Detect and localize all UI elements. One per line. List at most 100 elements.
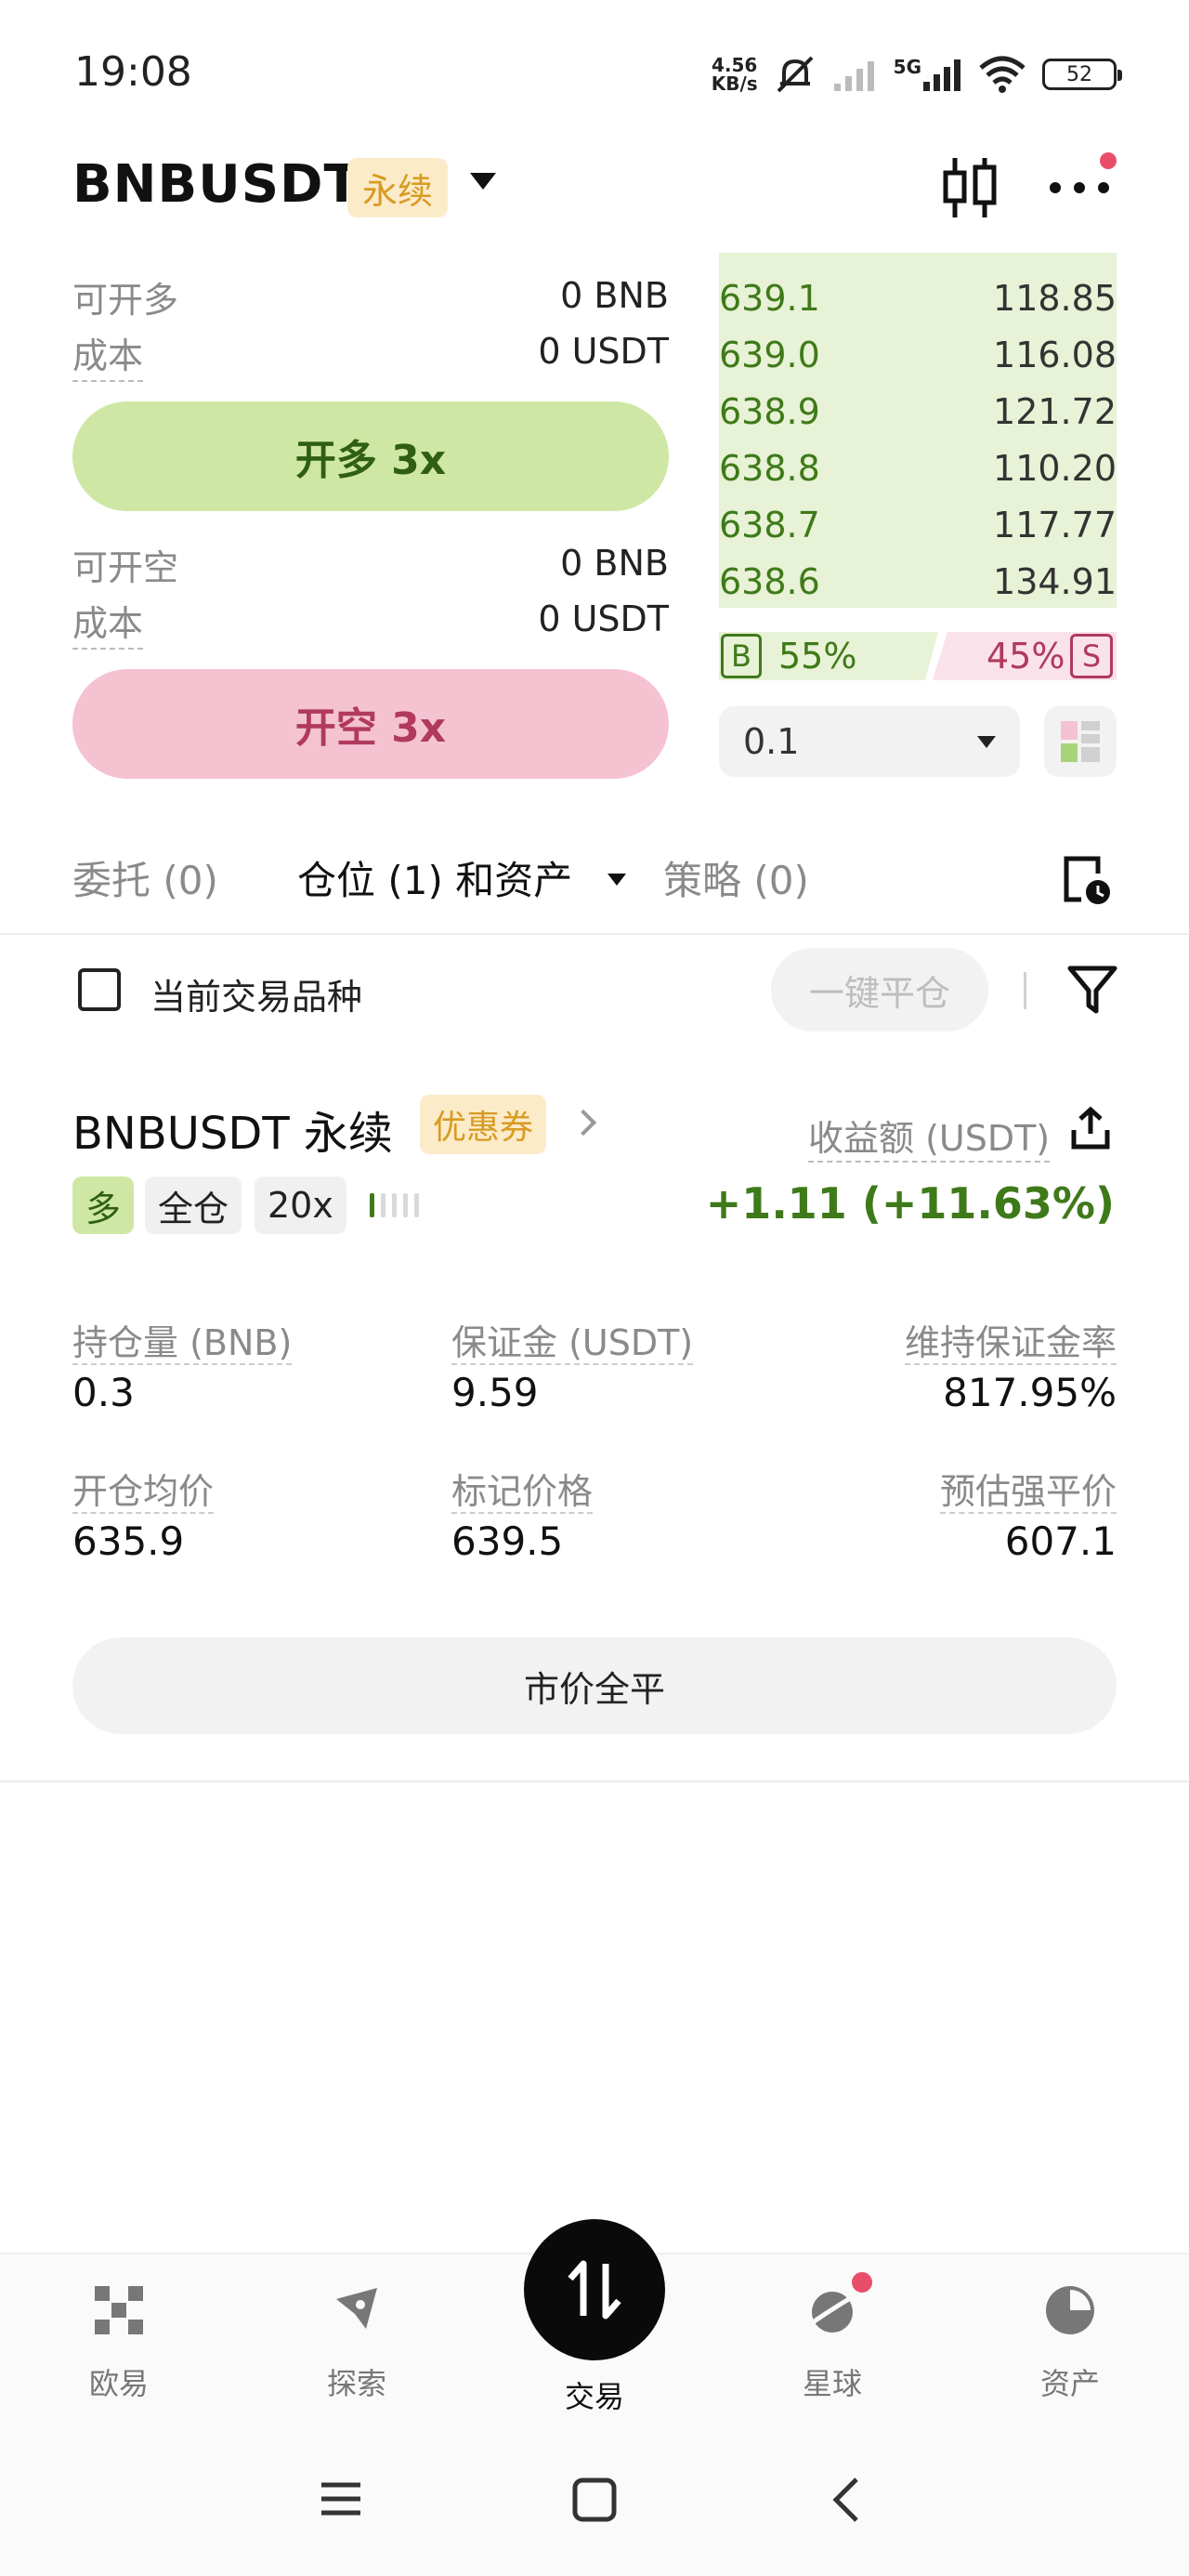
- nav-item-planet[interactable]: 星球: [758, 2280, 907, 2403]
- separator: [1024, 972, 1026, 1009]
- buy-ratio-marker: B: [721, 634, 762, 678]
- bid-size: 121.72: [993, 390, 1117, 432]
- pie-chart-icon: [1046, 2286, 1094, 2334]
- more-icon[interactable]: [1046, 177, 1113, 199]
- mmr-value: 817.95%: [943, 1370, 1117, 1415]
- trade-fab-button[interactable]: [524, 2219, 665, 2360]
- coupon-badge[interactable]: 优惠券: [420, 1095, 547, 1154]
- candlestick-chart-icon[interactable]: [940, 154, 1000, 221]
- available-long-label: 可开多: [72, 280, 179, 321]
- network-label: 5G: [893, 56, 921, 78]
- battery-indicator: 52: [1042, 59, 1122, 90]
- order-book-layout-button[interactable]: [1044, 706, 1117, 777]
- current-symbol-label[interactable]: 当前交易品种: [150, 968, 362, 1019]
- depth-step-value: 0.1: [743, 721, 800, 762]
- leverage-tag[interactable]: 20x: [255, 1176, 346, 1234]
- notification-dot: [1100, 152, 1117, 169]
- status-time: 19:08: [74, 48, 192, 96]
- nav-item-okx[interactable]: 欧易: [45, 2280, 193, 2403]
- order-history-icon[interactable]: [1061, 853, 1113, 907]
- tab-orders[interactable]: 委托 (0): [72, 849, 218, 906]
- chevron-down-icon: [977, 735, 996, 748]
- network-type: 5G: [894, 56, 962, 93]
- bid-price: 639.0: [719, 334, 820, 375]
- nav-label: 欧易: [88, 2366, 149, 2401]
- sell-ratio-value: 45%: [986, 636, 1065, 677]
- size-label[interactable]: 持仓量 (BNB): [72, 1314, 293, 1365]
- market-close-all-button[interactable]: 市价全平: [72, 1637, 1117, 1734]
- mark-price-value: 639.5: [451, 1518, 564, 1564]
- bid-size: 116.08: [993, 334, 1117, 375]
- short-cost-value: 0 USDT: [538, 598, 669, 639]
- net-speed: 4.56 KB/s: [712, 56, 758, 93]
- margin-label-text: 保证金 (USDT): [451, 1322, 694, 1365]
- margin-mode-tag: 全仓: [145, 1176, 242, 1234]
- risk-bar: [370, 1193, 374, 1217]
- order-book-row[interactable]: 638.8 110.20: [719, 440, 1117, 496]
- home-icon[interactable]: [570, 2476, 619, 2524]
- signal-strong-icon: [923, 59, 960, 91]
- position-divider: [0, 1781, 1189, 1782]
- short-cost-label[interactable]: 成本: [72, 595, 144, 650]
- contract-type-badge[interactable]: 永续: [347, 158, 449, 217]
- liq-price-label-text: 预估强平价: [939, 1471, 1117, 1514]
- pnl-value: +1.11 (+11.63%): [705, 1178, 1115, 1229]
- nav-label: 探索: [326, 2366, 386, 2401]
- mute-bell-icon: [777, 56, 814, 93]
- order-book-row[interactable]: 639.1 118.85: [719, 269, 1117, 326]
- size-value: 0.3: [72, 1370, 135, 1415]
- entry-price-label[interactable]: 开仓均价: [72, 1463, 215, 1514]
- mmr-label-text: 维持保证金率: [904, 1322, 1117, 1365]
- mark-price-label-text: 标记价格: [451, 1471, 594, 1514]
- liq-price-label[interactable]: 预估强平价: [939, 1463, 1117, 1514]
- planet-notification-dot: [849, 2269, 875, 2295]
- current-symbol-checkbox[interactable]: [78, 968, 121, 1011]
- close-all-button[interactable]: 一键平仓: [771, 948, 988, 1032]
- chevron-right-icon[interactable]: [569, 1109, 597, 1137]
- mmr-label[interactable]: 维持保证金率: [904, 1314, 1117, 1365]
- margin-label[interactable]: 保证金 (USDT): [451, 1314, 694, 1365]
- order-book-row[interactable]: 638.6 134.91: [719, 553, 1117, 610]
- mark-price-label: 标记价格: [451, 1463, 594, 1514]
- pnl-label[interactable]: 收益额 (USDT): [808, 1110, 1051, 1163]
- order-book-row[interactable]: 639.0 116.08: [719, 326, 1117, 383]
- nav-item-trade[interactable]: 交易: [520, 2373, 669, 2416]
- symbol-dropdown-caret-icon[interactable]: [470, 173, 496, 190]
- tab-positions-caret-icon[interactable]: [608, 874, 626, 886]
- symbol-title[interactable]: BNBUSDT: [72, 154, 360, 215]
- menu-icon[interactable]: [318, 2476, 364, 2522]
- size-label-text: 持仓量 (BNB): [72, 1322, 293, 1365]
- order-book-row[interactable]: 638.9 121.72: [719, 383, 1117, 440]
- tab-positions[interactable]: 仓位 (1) 和资产: [297, 849, 572, 906]
- tabs-divider: [0, 933, 1189, 935]
- net-speed-unit: KB/s: [711, 72, 758, 95]
- open-short-button[interactable]: 开空 3x: [72, 669, 669, 779]
- bid-price: 638.6: [719, 560, 820, 602]
- available-short-label: 可开空: [72, 547, 179, 588]
- sell-ratio-marker: S: [1070, 634, 1113, 678]
- risk-bar: [403, 1193, 408, 1217]
- order-book-row[interactable]: 638.7 117.77: [719, 496, 1117, 553]
- available-short-value: 0 BNB: [560, 543, 669, 584]
- long-cost-label[interactable]: 成本: [72, 327, 144, 382]
- position-symbol[interactable]: BNBUSDT 永续: [72, 1097, 393, 1162]
- margin-value: 9.59: [451, 1370, 539, 1415]
- nav-label: 星球: [802, 2366, 862, 2401]
- depth-step-select[interactable]: 0.1: [719, 706, 1020, 777]
- filter-icon[interactable]: [1066, 963, 1118, 1017]
- open-long-button[interactable]: 开多 3x: [72, 401, 669, 511]
- long-cost-value: 0 USDT: [538, 331, 669, 372]
- share-icon[interactable]: [1068, 1106, 1113, 1150]
- bid-size: 118.85: [993, 277, 1117, 319]
- entry-price-label-text: 开仓均价: [72, 1471, 215, 1514]
- bid-price: 638.7: [719, 504, 820, 545]
- signal-weak-icon: [833, 61, 874, 91]
- position-side-tag: 多: [72, 1176, 135, 1234]
- back-icon[interactable]: [827, 2476, 864, 2524]
- nav-item-assets[interactable]: 资产: [996, 2280, 1144, 2403]
- bid-price: 638.9: [719, 390, 820, 432]
- tab-strategies[interactable]: 策略 (0): [663, 849, 809, 906]
- available-long-value: 0 BNB: [560, 275, 669, 316]
- risk-bar: [414, 1193, 419, 1217]
- nav-item-explore[interactable]: 探索: [282, 2280, 431, 2403]
